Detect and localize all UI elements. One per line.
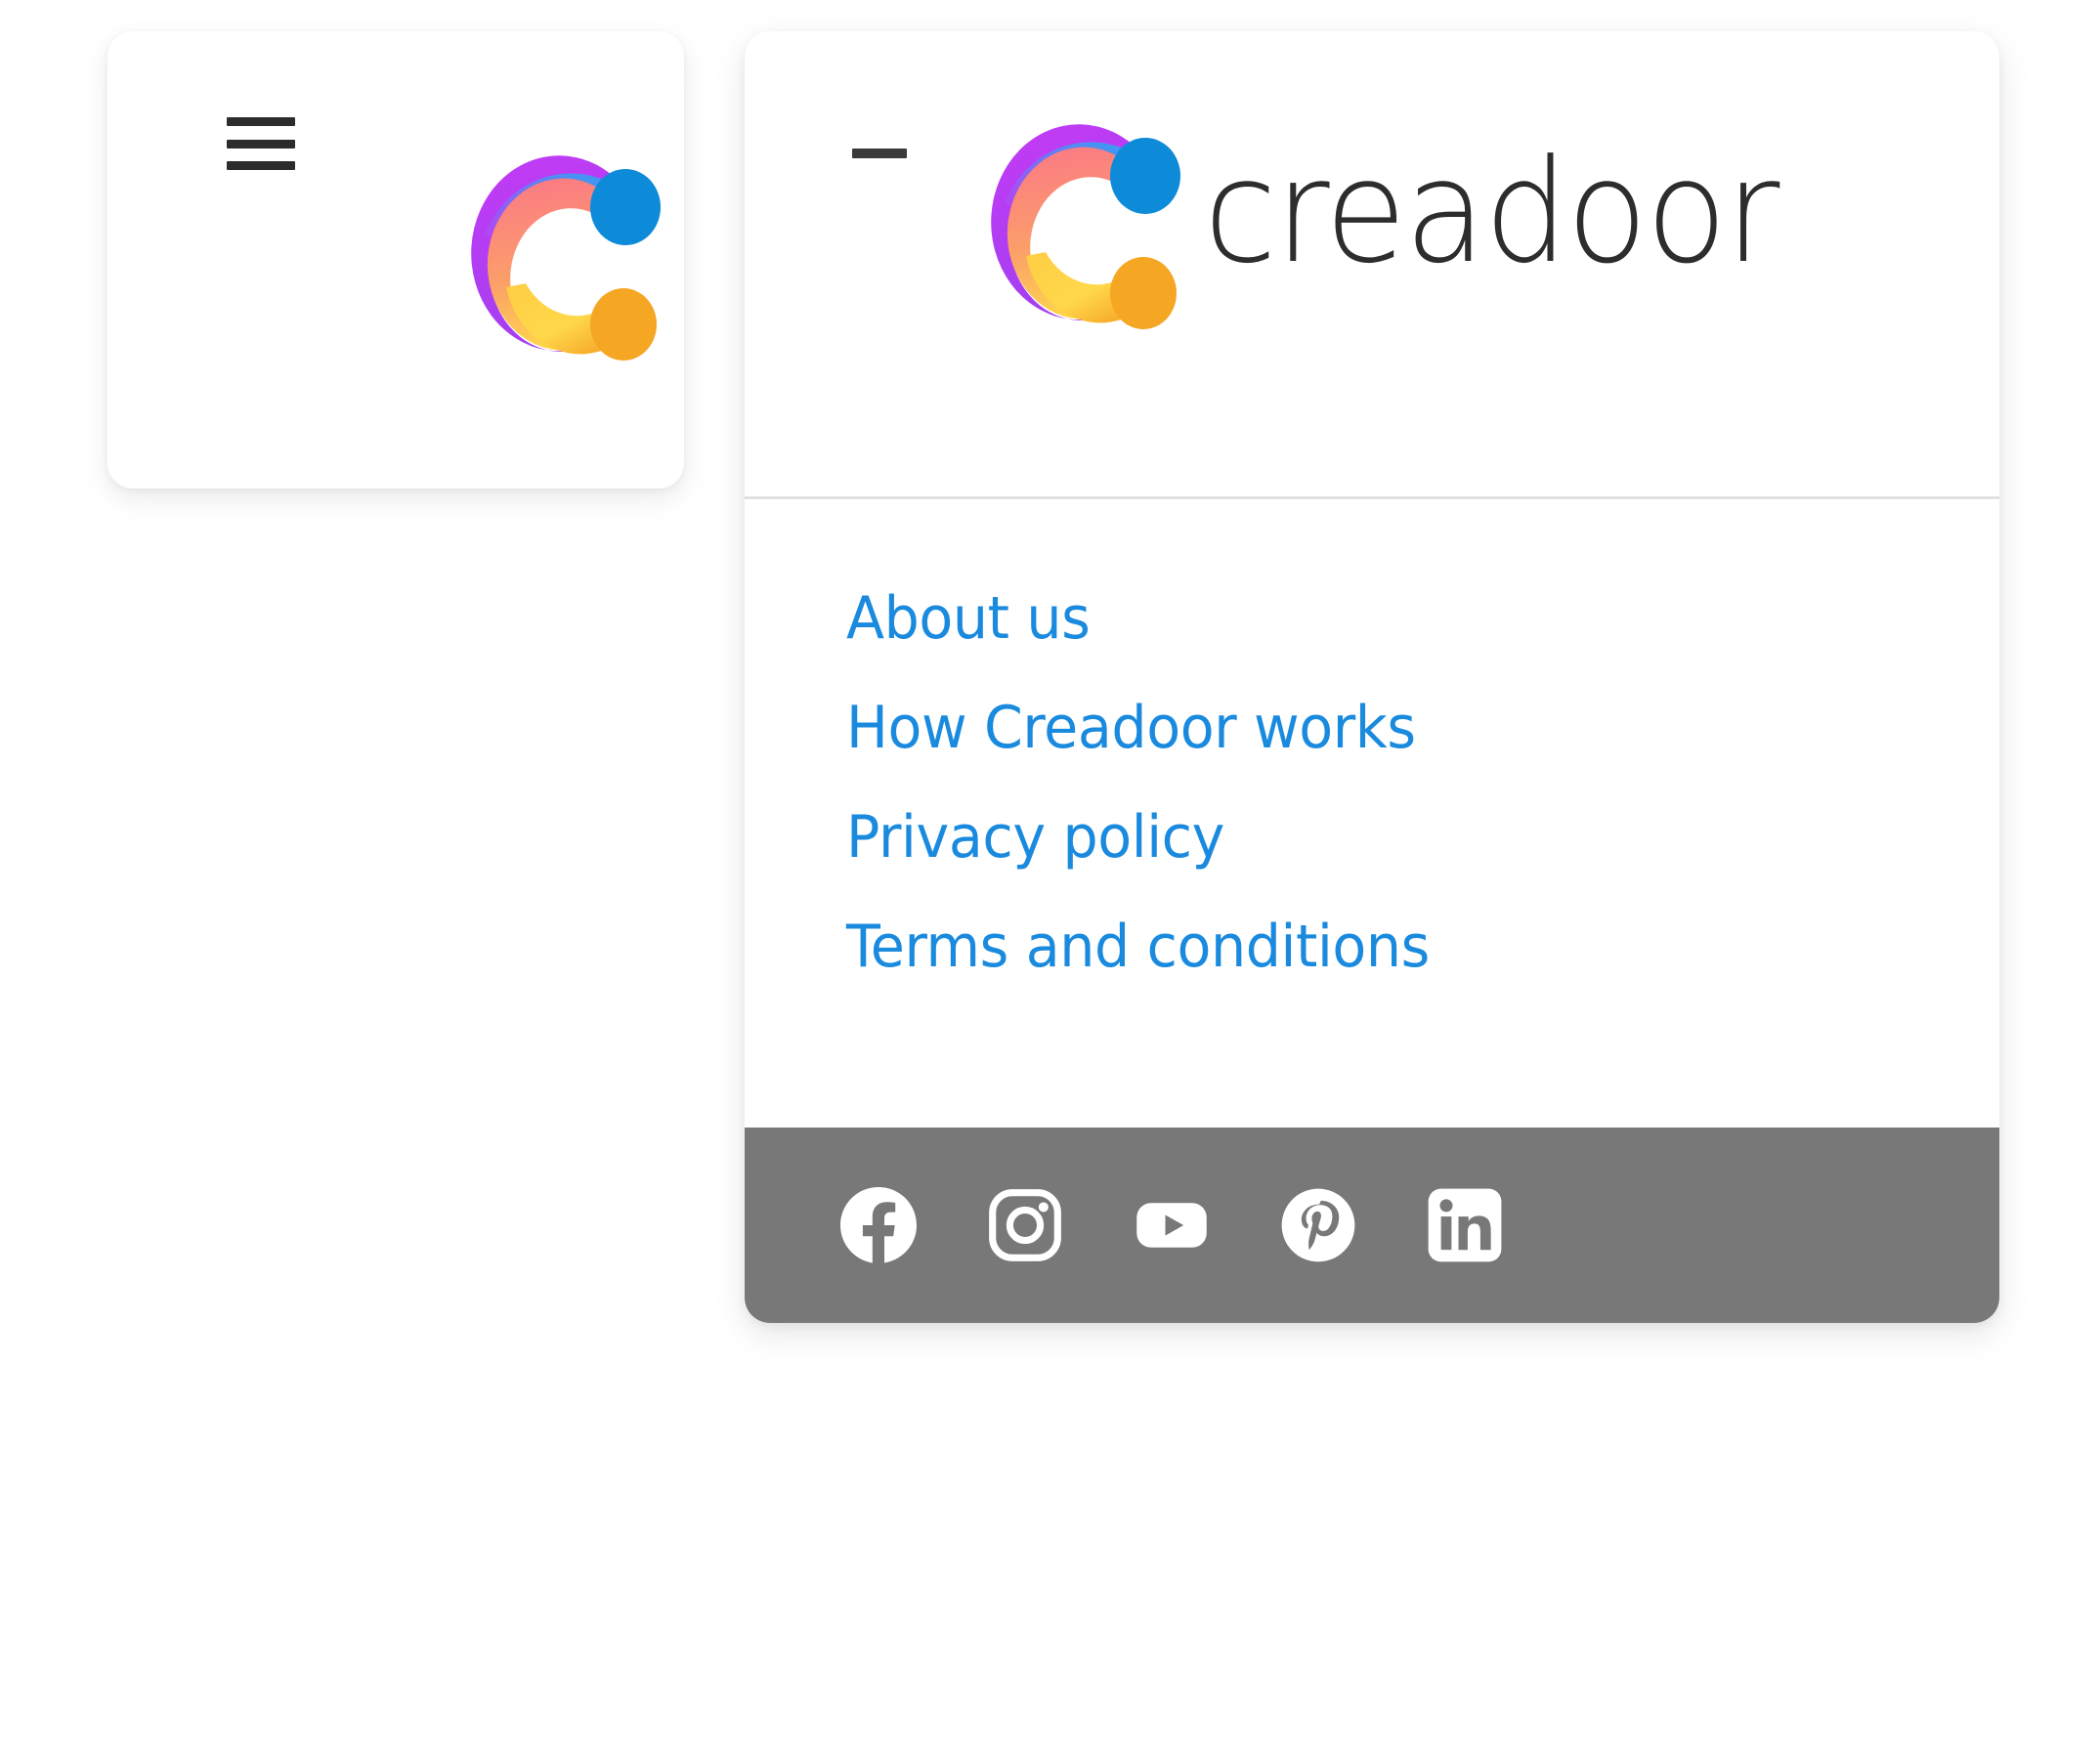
linkedin-icon[interactable] xyxy=(1427,1187,1503,1263)
menu-link-how-creadoor-works[interactable]: How Creadoor works xyxy=(846,699,1942,757)
menu-link-terms-and-conditions[interactable]: Terms and conditions xyxy=(846,917,1942,976)
menu-link-about-us[interactable]: About us xyxy=(846,589,1942,648)
menu-link-privacy-policy[interactable]: Privacy policy xyxy=(846,808,1942,867)
hamburger-icon[interactable] xyxy=(227,117,295,170)
youtube-icon[interactable] xyxy=(1134,1187,1210,1263)
menu-panel: creadoor About us How Creadoor works Pri… xyxy=(745,31,1999,1323)
minus-bar xyxy=(852,149,907,158)
facebook-icon[interactable] xyxy=(840,1187,917,1263)
social-bar xyxy=(745,1128,1999,1323)
pinterest-icon[interactable] xyxy=(1280,1187,1356,1263)
hamburger-bar-3 xyxy=(227,161,295,170)
creadoor-c-mark-icon xyxy=(450,141,669,367)
creadoor-c-mark-icon xyxy=(969,109,1189,336)
brand-wordmark: creadoor xyxy=(1204,129,1779,295)
minus-icon[interactable] xyxy=(852,149,907,158)
hamburger-bar-2 xyxy=(227,139,295,149)
panel-header: creadoor xyxy=(745,31,1999,499)
instagram-icon[interactable] xyxy=(987,1187,1063,1263)
menu-link-list: About us How Creadoor works Privacy poli… xyxy=(745,499,1999,976)
hamburger-bar-1 xyxy=(227,117,295,126)
logo-card xyxy=(107,31,684,489)
